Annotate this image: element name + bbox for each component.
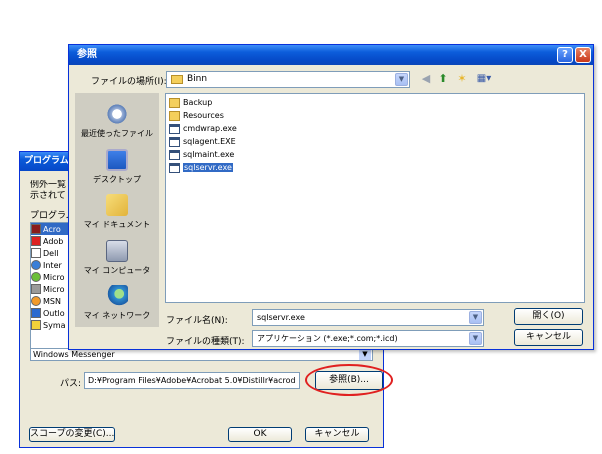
place-label: マイ ネットワーク: [83, 311, 151, 320]
my-documents-icon: [106, 194, 128, 216]
window-icon: [31, 248, 41, 258]
chevron-down-icon[interactable]: ▼: [395, 73, 408, 86]
place-my-computer[interactable]: マイ コンピュータ: [75, 240, 159, 276]
views-menu-icon[interactable]: ▦▾: [474, 72, 494, 86]
look-in-value: Binn: [187, 74, 208, 84]
msn-icon: [31, 284, 41, 294]
file-type-select[interactable]: アプリケーション (*.exe;*.com;*.icd) ▼: [252, 330, 484, 347]
programs-label: プログラム: [30, 211, 70, 221]
change-scope-button[interactable]: スコープの変更(C)...: [29, 427, 115, 442]
list-item[interactable]: sqlmaint.exe: [169, 148, 234, 161]
file-list[interactable]: Backup Resources cmdwrap.exe sqlagent.EX…: [165, 93, 585, 303]
file-type-value: アプリケーション (*.exe;*.com;*.icd): [257, 334, 398, 343]
help-button[interactable]: ?: [557, 47, 573, 63]
place-desktop[interactable]: デスクトップ: [75, 149, 159, 185]
list-item-selected[interactable]: sqlservr.exe: [169, 161, 233, 174]
file-name-label: ファイル名(N):: [166, 316, 228, 326]
folder-icon: [171, 75, 183, 84]
file-type-label: ファイルの種類(T):: [166, 337, 245, 347]
place-my-documents[interactable]: マイ ドキュメント: [75, 194, 159, 230]
msn-icon: [31, 272, 41, 282]
list-item: Windows Messenger: [33, 350, 115, 359]
symantec-icon: [31, 320, 41, 330]
places-bar: 最近使ったファイル デスクトップ マイ ドキュメント マイ コンピュータ マイ …: [75, 93, 159, 327]
acrobat-icon: [31, 224, 41, 234]
recent-files-icon: [106, 103, 128, 125]
msn-icon: [31, 296, 41, 306]
list-item[interactable]: sqlagent.EXE: [169, 135, 236, 148]
chevron-down-icon[interactable]: ▼: [469, 332, 482, 345]
exe-file-icon: [169, 162, 180, 173]
outlook-icon: [31, 308, 41, 318]
ie-icon: [31, 260, 41, 270]
my-network-icon: [106, 285, 128, 307]
folder-icon: [169, 97, 180, 108]
list-item[interactable]: cmdwrap.exe: [169, 122, 237, 135]
folder-icon: [169, 110, 180, 121]
place-label: マイ ドキュメント: [83, 220, 151, 229]
open-button[interactable]: 開く(O): [514, 308, 583, 325]
place-my-network[interactable]: マイ ネットワーク: [75, 285, 159, 321]
adobe-icon: [31, 236, 41, 246]
place-label: マイ コンピュータ: [83, 266, 151, 275]
place-label: 最近使ったファイル: [81, 129, 153, 138]
path-field[interactable]: D:¥Program Files¥Adobe¥Acrobat 5.0¥Disti…: [84, 372, 300, 389]
path-label: パス:: [60, 379, 82, 389]
browse-dialog-title: 参照: [77, 49, 97, 60]
browse-dialog-titlebar[interactable]: 参照 ? X: [69, 45, 593, 65]
my-computer-icon: [106, 240, 128, 262]
highlight-oval: [305, 364, 393, 396]
back-icon[interactable]: ◀: [419, 72, 433, 86]
exe-file-icon: [169, 149, 180, 160]
look-in-label: ファイルの場所(I):: [91, 77, 167, 87]
intro-text: 例外一覧 示されて: [30, 180, 67, 201]
desktop-icon: [106, 149, 128, 171]
place-label: デスクトップ: [93, 175, 141, 184]
close-button[interactable]: X: [575, 47, 591, 63]
exe-file-icon: [169, 136, 180, 147]
browse-dialog: 参照 ? X ファイルの場所(I): Binn ▼ ◀ ⬆ ✶ ▦▾ 最近使った…: [68, 44, 594, 350]
exe-file-icon: [169, 123, 180, 134]
scroll-down-icon[interactable]: ▼: [359, 349, 371, 360]
list-item[interactable]: Backup: [169, 96, 212, 109]
ok-button[interactable]: OK: [228, 427, 292, 442]
new-folder-icon[interactable]: ✶: [455, 72, 469, 86]
cancel-button[interactable]: キャンセル: [514, 329, 583, 346]
place-recent-files[interactable]: 最近使ったファイル: [75, 103, 159, 139]
list-item[interactable]: Resources: [169, 109, 224, 122]
up-folder-icon[interactable]: ⬆: [436, 72, 450, 86]
look-in-select[interactable]: Binn ▼: [166, 71, 410, 88]
chevron-down-icon[interactable]: ▼: [469, 311, 482, 324]
file-name-value: sqlservr.exe: [257, 313, 305, 322]
cancel-button[interactable]: キャンセル: [305, 427, 369, 442]
file-name-field[interactable]: sqlservr.exe ▼: [252, 309, 484, 326]
